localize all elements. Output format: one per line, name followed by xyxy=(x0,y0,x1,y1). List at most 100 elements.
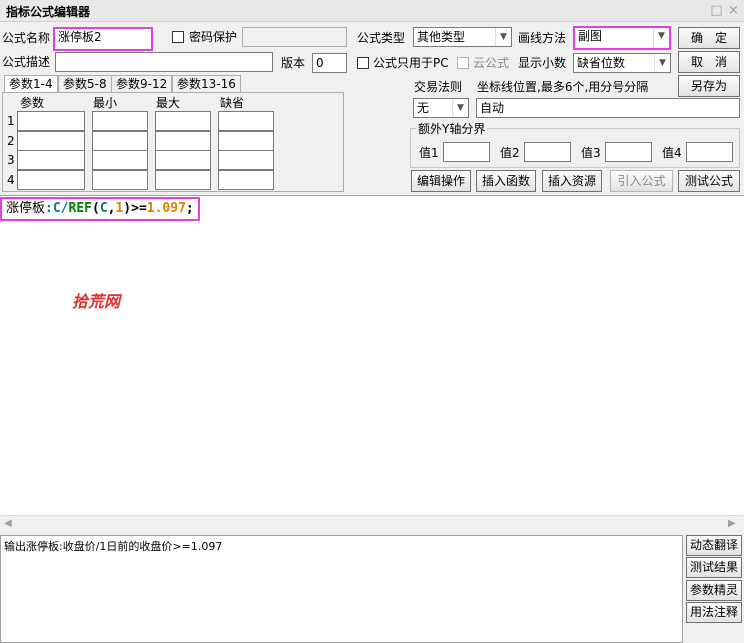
param-row-number: 2 xyxy=(7,134,15,148)
param-min-input[interactable] xyxy=(92,170,148,190)
code-func-ref: REF xyxy=(68,201,92,216)
param-min-input[interactable] xyxy=(92,111,148,131)
code-editor[interactable] xyxy=(0,195,744,515)
trade-rule-value: 无 xyxy=(417,101,430,115)
param-default-input[interactable] xyxy=(218,111,274,131)
formula-desc-input[interactable] xyxy=(55,52,273,72)
decimals-label: 显示小数 xyxy=(518,56,567,70)
param-max-input[interactable] xyxy=(155,131,211,151)
draw-method-value: 副图 xyxy=(578,29,603,43)
close-icon[interactable]: × xyxy=(727,4,740,17)
coord-line-label: 坐标线位置,最多6个,用分号分隔 xyxy=(477,80,649,94)
param-min-input[interactable] xyxy=(92,131,148,151)
draw-method-label: 画线方法 xyxy=(518,31,567,45)
yaxis-value-1-input[interactable] xyxy=(443,142,490,162)
param-header-min: 最小 xyxy=(93,96,118,110)
formula-name-label: 公式名称 xyxy=(2,31,51,45)
formula-type-select[interactable]: 其他类型 ▼ xyxy=(413,27,512,47)
pc-only-checkbox[interactable] xyxy=(357,57,369,69)
tab-params-9-12[interactable]: 参数9-12 xyxy=(111,75,173,93)
param-default-input[interactable] xyxy=(218,170,274,190)
code-slash: / xyxy=(60,201,69,216)
decimals-select[interactable]: 缺省位数 ▼ xyxy=(573,53,671,73)
test-result-button[interactable]: 测试结果 xyxy=(686,557,742,578)
chevron-down-icon: ▼ xyxy=(452,99,468,117)
code-var-c: C xyxy=(99,201,108,216)
param-row-number: 4 xyxy=(7,173,15,187)
param-min-input[interactable] xyxy=(92,150,148,170)
tab-params-5-8[interactable]: 参数5-8 xyxy=(58,75,112,93)
formula-name-input[interactable]: 涨停板2 xyxy=(53,27,153,51)
draw-method-select[interactable]: 副图 ▼ xyxy=(573,26,671,50)
chevron-down-icon: ▼ xyxy=(654,54,670,72)
version-input[interactable]: 0 xyxy=(312,53,347,73)
yaxis-value-label: 值1 xyxy=(419,146,439,160)
tab-params-1-4[interactable]: 参数1-4 xyxy=(4,75,58,93)
trade-rule-select[interactable]: 无 ▼ xyxy=(413,98,469,118)
param-header-max: 最大 xyxy=(156,96,181,110)
param-header-name: 参数 xyxy=(20,96,45,110)
pc-only-label: 公式只用于PC xyxy=(373,56,449,70)
edit-ops-button[interactable]: 编辑操作 xyxy=(411,170,471,192)
code-rparen: ) xyxy=(123,201,132,216)
yaxis-value-label: 值3 xyxy=(581,146,601,160)
yaxis-group-label: 额外Y轴分界 xyxy=(416,121,488,137)
param-name-input[interactable] xyxy=(17,170,85,190)
formula-type-value: 其他类型 xyxy=(417,30,466,44)
cancel-button[interactable]: 取 消 xyxy=(678,51,740,73)
password-input xyxy=(242,27,347,47)
code-operator: >= xyxy=(131,201,147,216)
output-pane: 输出涨停板:收盘价/1日前的收盘价>=1.097 xyxy=(0,535,683,643)
password-checkbox[interactable] xyxy=(172,31,184,43)
insert-resource-button[interactable]: 插入资源 xyxy=(542,170,602,192)
formula-desc-label: 公式描述 xyxy=(2,55,51,69)
maximize-icon[interactable]: □ xyxy=(710,4,723,17)
param-max-input[interactable] xyxy=(155,111,211,131)
scroll-right-icon[interactable]: ▶ xyxy=(728,518,736,529)
code-var-c: C xyxy=(52,201,61,216)
code-semicolon: ; xyxy=(185,201,194,216)
output-text: 输出涨停板:收盘价/1日前的收盘价>=1.097 xyxy=(4,540,223,553)
param-row-number: 1 xyxy=(7,114,15,128)
param-name-input[interactable] xyxy=(17,111,85,131)
param-default-input[interactable] xyxy=(218,150,274,170)
horizontal-scrollbar[interactable]: ◀ ▶ xyxy=(0,515,744,532)
import-formula-button: 引入公式 xyxy=(610,170,673,192)
yaxis-value-2-input[interactable] xyxy=(524,142,571,162)
param-wizard-button[interactable]: 参数精灵 xyxy=(686,580,742,601)
code-lparen: ( xyxy=(91,201,100,216)
window-title: 指标公式编辑器 xyxy=(6,5,91,19)
yaxis-value-3-input[interactable] xyxy=(605,142,652,162)
code-output-name: 涨停板 xyxy=(6,201,46,216)
param-name-input[interactable] xyxy=(17,131,85,151)
password-label: 密码保护 xyxy=(189,30,238,44)
param-max-input[interactable] xyxy=(155,150,211,170)
dynamic-translate-button[interactable]: 动态翻译 xyxy=(686,535,742,556)
tab-params-13-16[interactable]: 参数13-16 xyxy=(172,75,241,93)
yaxis-value-4-input[interactable] xyxy=(686,142,733,162)
coord-line-input[interactable]: 自动 xyxy=(476,98,740,118)
formula-type-label: 公式类型 xyxy=(357,31,406,45)
yaxis-value-label: 值2 xyxy=(500,146,520,160)
title-bar: 指标公式编辑器 □ × xyxy=(0,0,744,22)
chevron-down-icon: ▼ xyxy=(495,28,511,46)
yaxis-value-label: 值4 xyxy=(662,146,682,160)
ok-button[interactable]: 确 定 xyxy=(678,27,740,49)
code-line[interactable]: 涨停板:C/REF(C,1)>=1.097; xyxy=(0,197,200,221)
insert-function-button[interactable]: 插入函数 xyxy=(476,170,536,192)
test-formula-button[interactable]: 测试公式 xyxy=(678,170,740,192)
scroll-left-icon[interactable]: ◀ xyxy=(4,518,12,529)
usage-notes-button[interactable]: 用法注释 xyxy=(686,602,742,623)
decimals-value: 缺省位数 xyxy=(577,56,626,70)
code-number: 1.097 xyxy=(146,201,186,216)
save-as-button[interactable]: 另存为 xyxy=(678,75,740,97)
cloud-label: 云公式 xyxy=(473,56,510,70)
param-header-default: 缺省 xyxy=(220,96,245,110)
chevron-down-icon: ▼ xyxy=(653,28,669,48)
watermark: 拾荒网 xyxy=(72,292,121,311)
cloud-checkbox xyxy=(457,57,469,69)
code-colon: : xyxy=(45,201,53,216)
param-name-input[interactable] xyxy=(17,150,85,170)
param-default-input[interactable] xyxy=(218,131,274,151)
param-max-input[interactable] xyxy=(155,170,211,190)
